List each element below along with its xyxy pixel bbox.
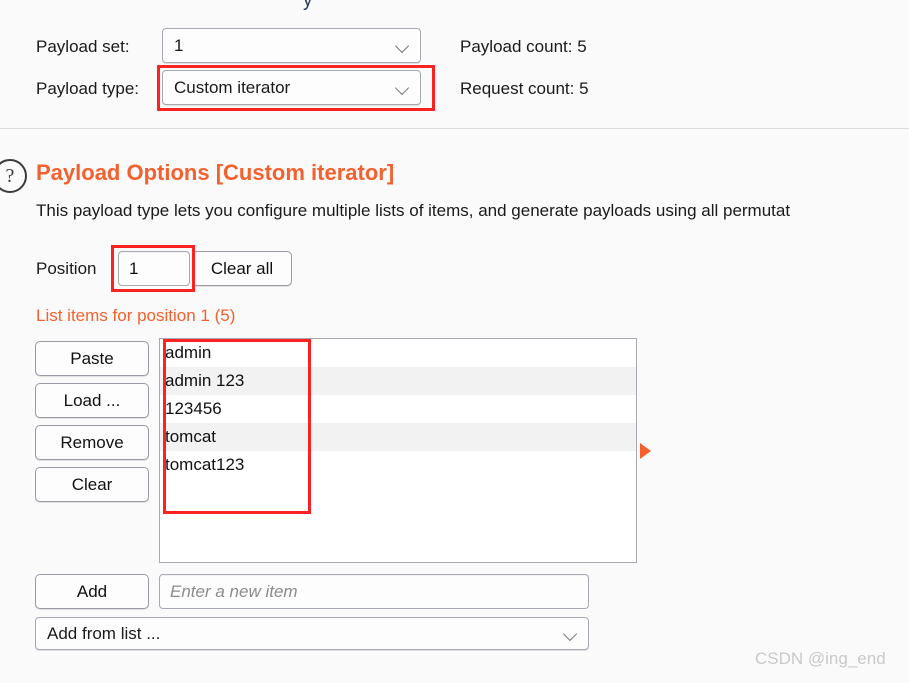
position-input[interactable]: 1 (118, 251, 190, 286)
payload-set-label: Payload set: (36, 37, 130, 56)
request-count-label: Request count: 5 (460, 79, 589, 98)
payload-type-value: Custom iterator (174, 77, 291, 97)
payload-items-list[interactable]: admin admin 123 123456 tomcat tomcat123 (159, 338, 637, 563)
chevron-down-icon (562, 625, 580, 643)
section-divider (0, 128, 909, 129)
clear-button[interactable]: Clear (35, 467, 149, 502)
payload-set-select[interactable]: 1 (162, 28, 421, 63)
chevron-down-icon (394, 79, 412, 97)
list-item[interactable]: tomcat (160, 423, 636, 451)
list-item[interactable]: tomcat123 (160, 451, 636, 479)
payload-type-label: Payload type: (36, 79, 140, 98)
new-item-input[interactable]: Enter a new item (159, 574, 589, 609)
payload-options-panel: y Payload set: 1 Payload type: Custom it… (0, 0, 909, 683)
clear-all-button[interactable]: Clear all (192, 251, 292, 286)
paste-button[interactable]: Paste (35, 341, 149, 376)
payload-set-value: 1 (174, 35, 184, 55)
right-arrow-icon (640, 443, 651, 459)
help-icon[interactable]: ? (0, 159, 27, 193)
add-button[interactable]: Add (35, 574, 149, 609)
list-item[interactable]: 123456 (160, 395, 636, 423)
list-items-heading: List items for position 1 (5) (36, 306, 236, 325)
load-button[interactable]: Load ... (35, 383, 149, 418)
clipped-top-text: y (303, 0, 313, 11)
payload-count-label: Payload count: 5 (460, 37, 587, 56)
section-description: This payload type lets you configure mul… (36, 201, 791, 220)
watermark: CSDN @ing_end (755, 649, 886, 668)
add-from-list-select[interactable]: Add from list ... (35, 617, 589, 650)
payload-type-select[interactable]: Custom iterator (162, 70, 421, 105)
remove-button[interactable]: Remove (35, 425, 149, 460)
page-title: Payload Options [Custom iterator] (36, 160, 395, 185)
chevron-down-icon (394, 37, 412, 55)
add-from-list-label: Add from list ... (47, 623, 161, 643)
list-item[interactable]: admin (160, 339, 636, 367)
list-item[interactable]: admin 123 (160, 367, 636, 395)
position-label: Position (36, 259, 97, 278)
